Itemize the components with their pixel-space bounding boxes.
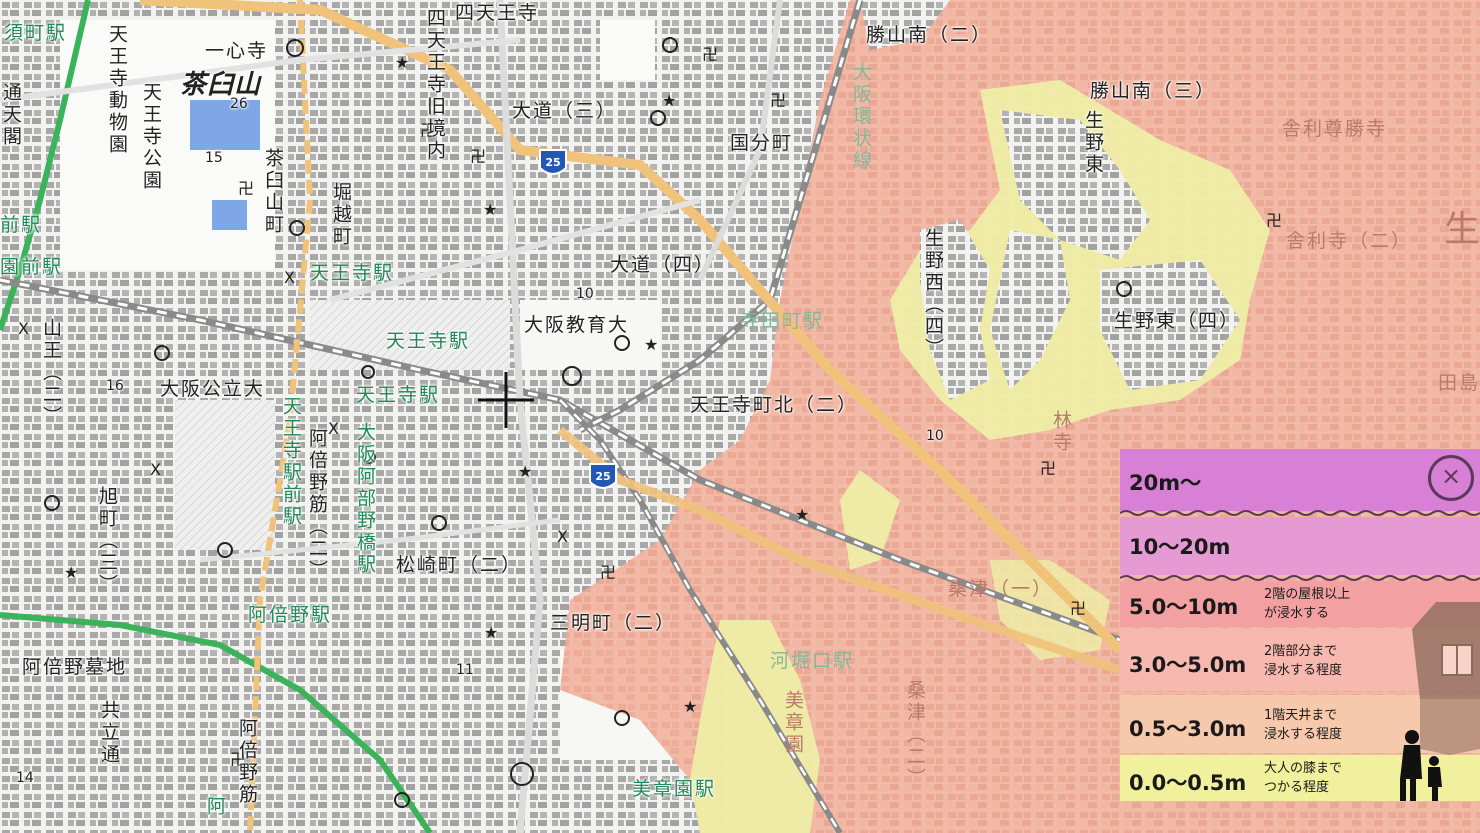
map-label-kokubuncho: 国分町 — [730, 132, 794, 154]
svg-text:X: X — [18, 319, 29, 338]
map-label-kyoritsu-dori: 共立通 — [97, 700, 120, 766]
map-label-osaka-kanjo: 大阪環状線 — [849, 62, 872, 172]
map-label-elev-14: 14 — [16, 770, 34, 786]
map-label-kuwazu: 桑津（一） — [948, 578, 1054, 600]
svg-text:★: ★ — [683, 697, 697, 716]
svg-text:★: ★ — [518, 462, 532, 481]
map-label-ikuno-vert: 生野東 — [1081, 110, 1104, 176]
svg-text:★: ★ — [395, 53, 409, 72]
map-label-sharison-shoji: 舎利尊勝寺 — [1282, 118, 1388, 140]
map-label-shitennoji: 四天王寺 — [455, 2, 540, 24]
map-label-hayashiji: 林寺 — [1049, 410, 1072, 454]
map-label-shariji-2: 舎利寺（二） — [1286, 230, 1413, 252]
flood-depth-legend: 20m〜 10〜20m 5.0〜10m 2階の屋根以上 が浸水する 3.0〜5.… — [1120, 449, 1480, 801]
map-label-matsuzakicho-2: 松崎町（二） — [396, 554, 523, 576]
svg-text:卍: 卍 — [1070, 599, 1086, 618]
map-label-abeno-station: 阿倍野駅 — [248, 604, 333, 626]
map-label-omichi-4: 大道（四） — [610, 254, 716, 276]
map-label-chausuyama: 茶臼山 — [180, 70, 262, 100]
map-label-tsutenkaku: 通天閣 — [0, 82, 22, 148]
map-label-abeno-bochi: 阿倍野墓地 — [22, 656, 128, 678]
map-label-tennoji-zoo: 天王寺動物園 — [105, 24, 128, 156]
osaka-koritsu-campus — [175, 400, 275, 550]
map-label-kuwazu-vert: 桑津（二） — [903, 680, 926, 790]
map-label-tennoji-station-2: 天王寺駅 — [386, 330, 471, 352]
pond — [190, 100, 260, 150]
svg-text:★: ★ — [644, 335, 658, 354]
map-label-horikoshicho: 堀越町 — [329, 182, 352, 248]
map-label-katsuyama-minami-3: 勝山南（三） — [1090, 80, 1217, 102]
svg-text:★: ★ — [795, 505, 809, 524]
map-label-osaka-abenobashi: 大阪阿部野橋駅 — [353, 422, 376, 576]
pond-small — [212, 200, 247, 230]
close-icon: × — [1440, 462, 1462, 490]
map-label-kawahoriguchi: 河堀口駅 — [770, 650, 855, 672]
svg-text:X: X — [557, 527, 568, 546]
map-label-chausuyamacho: 茶臼山町 — [261, 148, 284, 236]
map-label-tennoji-station-1: 天王寺駅 — [310, 262, 395, 284]
map-label-tennoji-ekimae: 天王寺駅前駅 — [279, 396, 302, 528]
map-label-isshinji: 一心寺 — [205, 40, 269, 62]
map-label-elev-16: 16 — [106, 378, 124, 394]
svg-text:X: X — [284, 268, 295, 287]
map-label-tennoji-park: 天王寺公園 — [139, 82, 162, 192]
legend-illustration — [1120, 510, 1480, 801]
map-label-ekimae-2: 園前駅 — [0, 256, 64, 278]
map-label-ekimae-1: 前駅 — [0, 214, 43, 236]
map-label-elev-11: 11 — [456, 662, 474, 678]
map-label-elev-26: 26 — [230, 96, 248, 112]
svg-text:★: ★ — [662, 91, 676, 110]
map-label-tennojicho-kita-2: 天王寺町北（二） — [690, 394, 859, 416]
svg-text:★: ★ — [484, 623, 498, 642]
map-label-ikuno-higashi-4: 生野東（四） — [1114, 310, 1241, 332]
map-label-tashima: 田島 — [1438, 372, 1480, 394]
map-label-elev-10b: 10 — [926, 428, 944, 444]
map-label-ikuno-nishi: 生野西（四） — [921, 228, 944, 360]
map-label-shitennoji-kyukeidai: 四天王寺旧境内 — [423, 8, 446, 162]
svg-text:X: X — [328, 419, 339, 438]
map-label-asahimachi-3: 旭町（三） — [95, 486, 118, 596]
map-center-crosshair-icon — [478, 372, 534, 428]
map-label-tennojicho-station: 寺田町駅 — [740, 310, 825, 332]
map-label-bishoen-station: 美章園駅 — [632, 778, 717, 800]
map-label-sannou-2: 山王（二） — [39, 318, 62, 428]
svg-text:★: ★ — [64, 563, 78, 582]
svg-text:卍: 卍 — [1040, 459, 1056, 478]
svg-text:卍: 卍 — [470, 147, 486, 166]
svg-text:卍: 卍 — [238, 179, 254, 198]
map-label-abenosuji-vert: 阿倍野筋 — [235, 718, 258, 806]
map-label-osaka-koritsu: 大阪公立大 — [160, 378, 266, 400]
map-label-katsuyama-minami-2: 勝山南（二） — [866, 24, 993, 46]
svg-text:卍: 卍 — [1266, 211, 1282, 230]
map-label-abenosuji-2: 阿倍野筋（二） — [305, 428, 328, 582]
map-label-tennoji-station-3: 天王寺駅 — [356, 384, 441, 406]
map-label-sumacho-station: 須町駅 — [4, 22, 68, 44]
route-25-number-north: 25 — [545, 156, 561, 169]
map-label-bishoen-vert: 美章園 — [781, 690, 804, 756]
legend-close-button[interactable]: × — [1428, 455, 1474, 501]
svg-text:卍: 卍 — [600, 563, 616, 582]
map-label-abe: 阿 — [203, 796, 226, 818]
map-label-elev-10a: 10 — [576, 286, 594, 302]
route-25-number-south: 25 — [595, 470, 611, 483]
map-label-sei: 生 — [1444, 209, 1480, 250]
map-label-elev-15: 15 — [205, 150, 223, 166]
svg-text:X: X — [150, 460, 161, 479]
map-label-osaka-kyoiku: 大阪教育大 — [524, 314, 630, 336]
svg-text:卍: 卍 — [770, 91, 786, 110]
svg-text:★: ★ — [483, 200, 497, 219]
map-label-omichi-3: 大道（三） — [512, 100, 618, 122]
map-label-sanmeicho: 三明町（二） — [550, 612, 677, 634]
svg-text:卍: 卍 — [702, 45, 718, 64]
